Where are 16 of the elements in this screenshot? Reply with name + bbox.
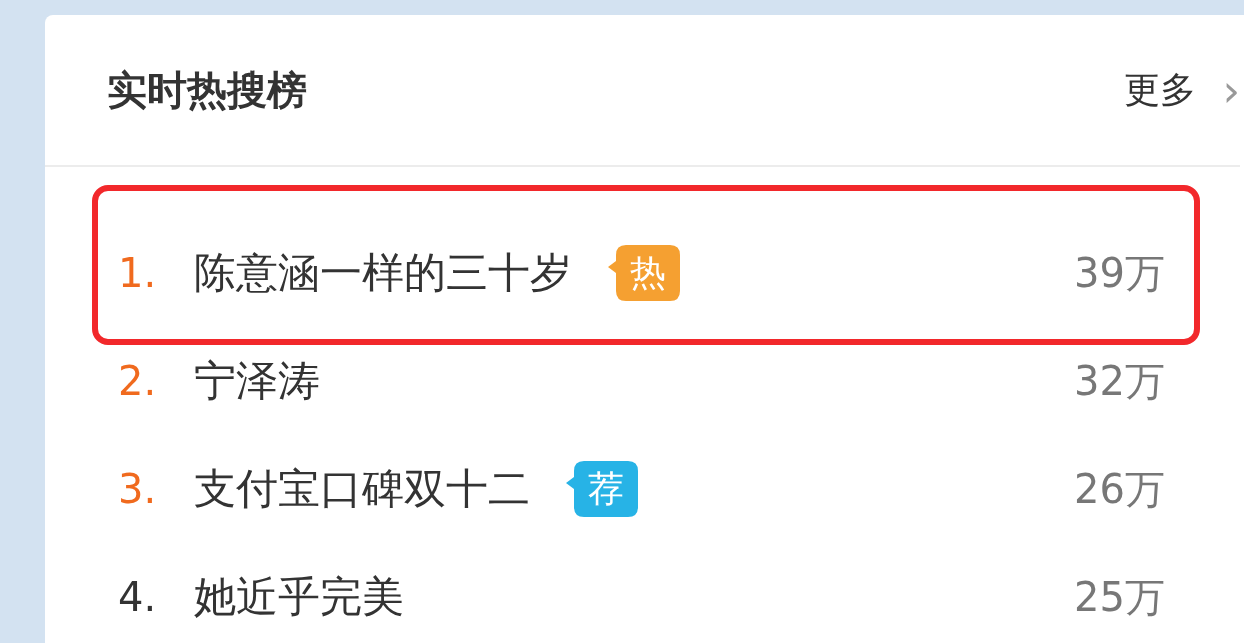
search-count: 39万: [1074, 248, 1165, 298]
rank-number: 2.: [118, 358, 158, 404]
topic-link[interactable]: 宁泽涛: [194, 353, 320, 409]
rank-number: 4.: [118, 574, 158, 620]
topic-badge: 荐: [566, 461, 638, 517]
topic-link[interactable]: 支付宝口碑双十二: [194, 461, 530, 517]
search-count: 32万: [1074, 356, 1165, 406]
search-count: 25万: [1074, 572, 1165, 622]
topic-link[interactable]: 陈意涵一样的三十岁: [194, 245, 572, 301]
more-link[interactable]: 更多 ›: [1124, 64, 1240, 116]
rank-number: 1.: [118, 250, 158, 296]
panel-title: 实时热搜榜: [107, 65, 308, 115]
search-count: 26万: [1074, 464, 1165, 514]
rank-number: 3.: [118, 466, 158, 512]
topic-link[interactable]: 她近乎完美: [194, 569, 404, 625]
topic-badge: 热: [608, 245, 680, 301]
